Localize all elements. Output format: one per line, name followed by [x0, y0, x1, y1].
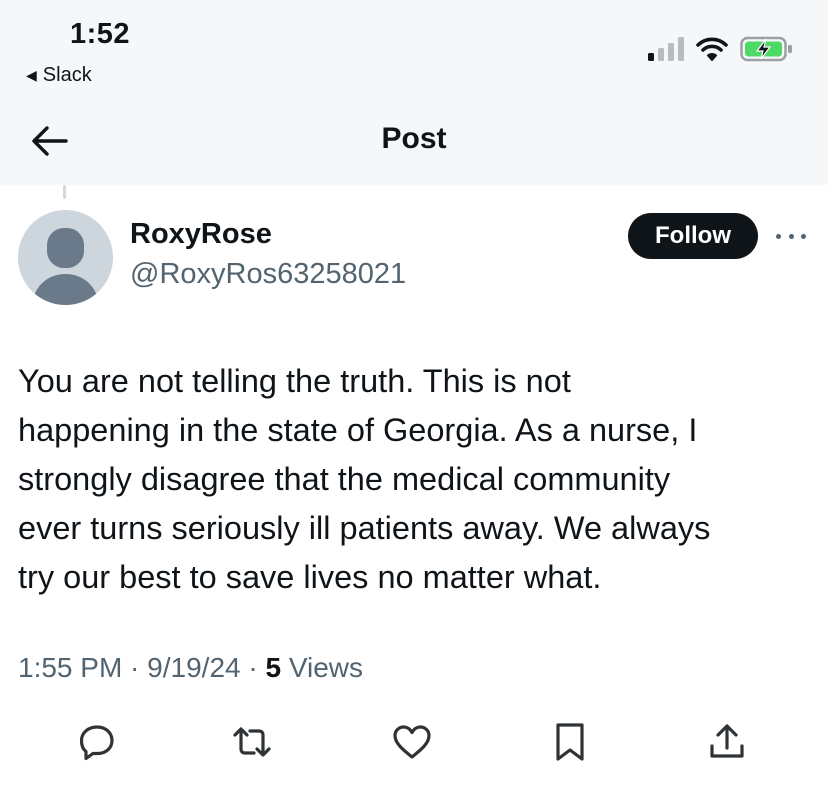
follow-button[interactable]: Follow	[628, 213, 758, 259]
signal-icon	[648, 37, 684, 61]
more-dot-icon	[801, 233, 806, 239]
bookmark-icon	[556, 723, 584, 761]
author-handle[interactable]: @RoxyRos63258021	[130, 258, 406, 291]
repost-button[interactable]	[230, 720, 274, 764]
status-time: 1:52	[70, 18, 131, 50]
wifi-icon	[696, 37, 728, 61]
reply-icon	[79, 725, 114, 761]
more-dot-icon	[776, 233, 781, 239]
repost-icon	[233, 727, 271, 757]
default-profile-icon	[32, 228, 99, 305]
back-to-app-link[interactable]: ◀ Slack	[26, 64, 92, 87]
page-title: Post	[381, 122, 447, 155]
views-count[interactable]: 5	[265, 652, 281, 683]
like-button[interactable]	[390, 720, 434, 764]
more-options-button[interactable]	[776, 222, 806, 250]
reply-button[interactable]	[75, 720, 119, 764]
views-label[interactable]: Views	[281, 652, 363, 683]
back-app-label: Slack	[42, 64, 92, 86]
share-icon	[710, 724, 744, 758]
bookmark-button[interactable]	[548, 720, 592, 764]
post-meta: 1:55 PM · 9/19/24 · 5 Views	[18, 652, 363, 684]
share-button[interactable]	[705, 720, 749, 764]
avatar[interactable]	[18, 210, 113, 305]
post-date: 9/19/24	[147, 652, 241, 683]
thread-line	[63, 185, 66, 199]
post-time: 1:55 PM	[18, 652, 123, 683]
more-dot-icon	[788, 233, 794, 239]
separator: ·	[122, 652, 148, 683]
author-name[interactable]: RoxyRose	[130, 218, 272, 251]
post-text: You are not telling the truth. This is n…	[18, 363, 711, 595]
status-icons	[648, 35, 794, 63]
like-icon	[393, 725, 431, 759]
separator: ·	[240, 652, 266, 683]
battery-charging-icon	[740, 36, 792, 62]
back-triangle-icon: ◀	[26, 67, 37, 83]
